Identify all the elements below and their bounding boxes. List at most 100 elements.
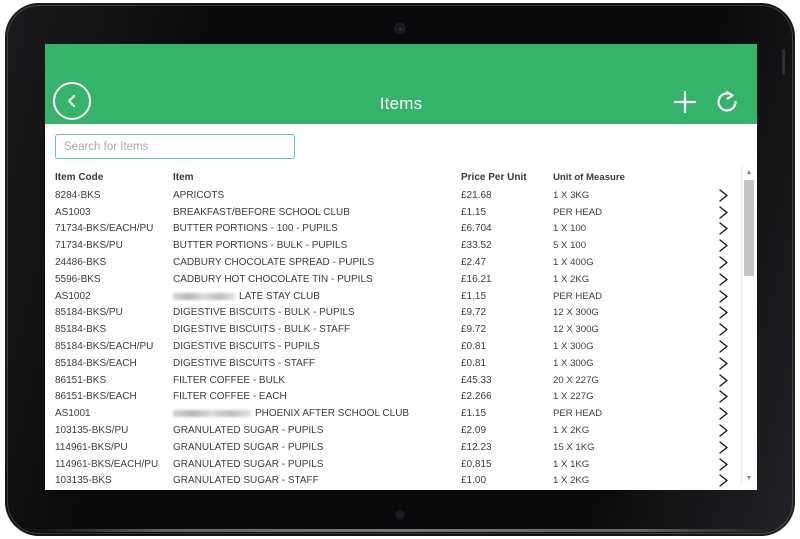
chevron-right-icon xyxy=(717,188,730,203)
table-row[interactable]: 85184-BKS DIGESTIVE BISCUITS - BULK - STA… xyxy=(45,321,757,338)
power-button[interactable] xyxy=(782,49,785,75)
search-area xyxy=(45,124,757,159)
row-detail-chevron-button[interactable] xyxy=(703,289,743,304)
refresh-button[interactable] xyxy=(713,88,741,116)
table-row[interactable]: 71734-BKS/PU BUTTER PORTIONS - BULK - PUP… xyxy=(45,237,757,254)
cell-item-name: BUTTER PORTIONS - 100 - PUPILS xyxy=(173,223,338,235)
refresh-icon xyxy=(713,91,741,120)
cell-item-name: BREAKFAST/BEFORE SCHOOL CLUB xyxy=(173,206,350,218)
row-detail-chevron-button[interactable] xyxy=(703,205,743,220)
cell-unit-of-measure: 15 X 1KG xyxy=(553,441,595,453)
chevron-right-icon xyxy=(717,423,730,438)
table-row[interactable]: AS1001 PHOENIX AFTER SCHOOL CLUB £1.15 PER … xyxy=(45,405,757,422)
cell-item-code: 85184-BKS xyxy=(55,324,107,336)
column-header-item: Item xyxy=(173,171,194,183)
cell-unit-of-measure: 1 X 300G xyxy=(553,341,594,353)
table-body: 8284-BKS APRICOTS £21.68 1 X 3KG AS1003 BREAK… xyxy=(45,187,757,489)
cell-item-code: 8284-BKS xyxy=(55,189,101,201)
cell-price-per-unit: £0.81 xyxy=(461,357,487,369)
table-row[interactable]: 71734-BKS/EACH/PU BUTTER PORTIONS - 100 -… xyxy=(45,221,757,238)
row-detail-chevron-button[interactable] xyxy=(703,238,743,253)
cell-item-code: AS1001 xyxy=(55,408,91,420)
cell-price-per-unit: £0.81 xyxy=(461,341,487,353)
row-detail-chevron-button[interactable] xyxy=(703,423,743,438)
chevron-right-icon xyxy=(717,440,730,455)
row-detail-chevron-button[interactable] xyxy=(703,305,743,320)
cell-unit-of-measure: PER HEAD xyxy=(553,206,603,218)
scroll-up-arrow-icon[interactable]: ▲ xyxy=(742,166,756,178)
add-item-button[interactable] xyxy=(671,88,699,116)
cell-item-name: PHOENIX AFTER SCHOOL CLUB xyxy=(173,408,461,419)
cell-item-code: 103135-BKS xyxy=(55,475,112,487)
screenshot-root: Items Search for Items Item Code Item Pr… xyxy=(0,0,800,539)
cell-item-name: APRICOTS xyxy=(173,189,225,201)
row-detail-chevron-button[interactable] xyxy=(703,356,743,371)
cell-price-per-unit: £1.15 xyxy=(461,206,487,218)
row-detail-chevron-button[interactable] xyxy=(703,188,743,203)
cell-unit-of-measure: 1 X 300G xyxy=(553,357,594,369)
cell-price-per-unit: £45.33 xyxy=(461,374,492,386)
cell-item-code: 103135-BKS/PU xyxy=(55,425,129,437)
cell-item-code: 85184-BKS/EACH/PU xyxy=(55,341,154,353)
row-detail-chevron-button[interactable] xyxy=(703,473,743,488)
table-row[interactable]: 5596-BKS CADBURY HOT CHOCOLATE TIN - PUPI… xyxy=(45,271,757,288)
home-button[interactable] xyxy=(395,510,405,519)
table-row[interactable]: AS1002 LATE STAY CLUB £1.15 PER HEAD xyxy=(45,288,757,305)
row-detail-chevron-button[interactable] xyxy=(703,221,743,236)
table-row[interactable]: 86151-BKS/EACH FILTER COFFEE - EACH £2.266… xyxy=(45,389,757,406)
cell-item-name: BUTTER PORTIONS - BULK - PUPILS xyxy=(173,240,348,252)
items-scrollbar[interactable]: ▲ ▼ xyxy=(741,166,755,484)
row-detail-chevron-button[interactable] xyxy=(703,389,743,404)
table-row[interactable]: AS1003 BREAKFAST/BEFORE SCHOOL CLUB £1.15 P… xyxy=(45,204,757,221)
cell-item-code: 86151-BKS/EACH xyxy=(55,391,137,403)
column-header-item-code: Item Code xyxy=(55,171,104,183)
cell-item-code: 24486-BKS xyxy=(55,257,107,269)
cell-item-name: CADBURY CHOCOLATE SPREAD - PUPILS xyxy=(173,257,375,269)
cell-item-code: 85184-BKS/PU xyxy=(55,307,123,319)
table-row[interactable]: 114961-BKS/EACH/PU GRANULATED SUGAR - PUP… xyxy=(45,456,757,473)
row-detail-chevron-button[interactable] xyxy=(703,339,743,354)
page-title: Items xyxy=(379,94,423,113)
row-detail-chevron-button[interactable] xyxy=(703,255,743,270)
chevron-right-icon xyxy=(717,473,730,488)
table-row[interactable]: 103135-BKS GRANULATED SUGAR - STAFF £1.00 1… xyxy=(45,473,757,490)
front-camera-icon xyxy=(394,23,406,34)
table-row[interactable]: 24486-BKS CADBURY CHOCOLATE SPREAD - PUPI… xyxy=(45,254,757,271)
table-row[interactable]: 103135-BKS/PU GRANULATED SUGAR - PUPILS £2… xyxy=(45,422,757,439)
cell-item-name: FILTER COFFEE - EACH xyxy=(173,391,287,403)
cell-unit-of-measure: 1 X 100 xyxy=(553,223,587,235)
header-actions xyxy=(671,88,741,116)
table-row[interactable]: 8284-BKS APRICOTS £21.68 1 X 3KG xyxy=(45,187,757,204)
cell-unit-of-measure: PER HEAD xyxy=(553,408,603,420)
row-detail-chevron-button[interactable] xyxy=(703,440,743,455)
chevron-right-icon xyxy=(717,205,730,220)
cell-item-name: DIGESTIVE BISCUITS - PUPILS xyxy=(173,341,320,353)
scroll-down-arrow-icon[interactable]: ▼ xyxy=(742,472,756,484)
cell-unit-of-measure: PER HEAD xyxy=(553,290,603,302)
column-header-unit-of-measure: Unit of Measure xyxy=(553,171,625,183)
cell-price-per-unit: £9.72 xyxy=(461,307,487,319)
cell-item-name-text: PHOENIX AFTER SCHOOL CLUB xyxy=(255,408,410,420)
row-detail-chevron-button[interactable] xyxy=(703,457,743,472)
cell-unit-of-measure: 1 X 3KG xyxy=(553,189,590,201)
cell-price-per-unit: £9.72 xyxy=(461,324,487,336)
chevron-right-icon xyxy=(717,406,730,421)
cell-unit-of-measure: 12 X 300G xyxy=(553,307,599,319)
cell-unit-of-measure: 1 X 227G xyxy=(553,391,594,403)
table-row[interactable]: 85184-BKS/EACH/PU DIGESTIVE BISCUITS - PU… xyxy=(45,338,757,355)
table-row[interactable]: 85184-BKS/EACH DIGESTIVE BISCUITS - STAFF… xyxy=(45,355,757,372)
scrollbar-thumb[interactable] xyxy=(744,180,754,276)
row-detail-chevron-button[interactable] xyxy=(703,272,743,287)
cell-price-per-unit: £16.21 xyxy=(461,273,492,285)
cell-item-code: 114961-BKS/EACH/PU xyxy=(55,458,159,470)
column-header-price-per-unit: Price Per Unit xyxy=(461,171,527,183)
table-row[interactable]: 86151-BKS FILTER COFFEE - BULK £45.33 20 X … xyxy=(45,372,757,389)
table-row[interactable]: 85184-BKS/PU DIGESTIVE BISCUITS - BULK - … xyxy=(45,305,757,322)
row-detail-chevron-button[interactable] xyxy=(703,406,743,421)
row-detail-chevron-button[interactable] xyxy=(703,322,743,337)
search-input[interactable] xyxy=(55,134,295,159)
chevron-right-icon xyxy=(717,238,730,253)
cell-item-code: AS1002 xyxy=(55,290,91,302)
table-row[interactable]: 114961-BKS/PU GRANULATED SUGAR - PUPILS £1… xyxy=(45,439,757,456)
row-detail-chevron-button[interactable] xyxy=(703,373,743,388)
